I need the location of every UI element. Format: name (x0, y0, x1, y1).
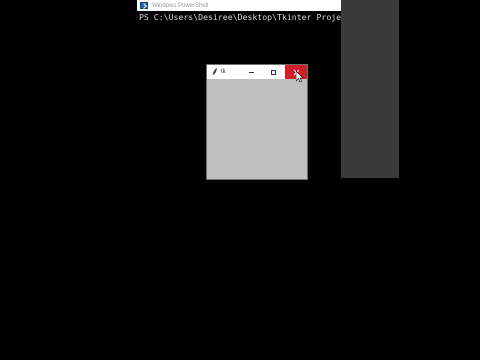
background-window[interactable] (341, 0, 399, 178)
maximize-button[interactable] (262, 65, 284, 79)
tk-window-body[interactable] (207, 79, 307, 179)
mouse-cursor-icon (296, 71, 304, 83)
minimize-icon (248, 71, 254, 73)
powershell-title: Windows PowerShell (152, 2, 209, 9)
powershell-icon (140, 2, 148, 9)
maximize-icon (270, 69, 276, 75)
tk-titlebar[interactable]: tk (207, 65, 307, 79)
tk-window-title: tk (221, 69, 226, 75)
powershell-prompt[interactable]: PS C:\Users\Desiree\Desktop\Tkinter Proj… (139, 12, 341, 22)
powershell-titlebar[interactable]: Windows PowerShell (137, 0, 343, 11)
powershell-window[interactable]: Windows PowerShell PS C:\Users\Desiree\D… (137, 0, 343, 360)
feather-icon (212, 68, 217, 76)
desktop: Windows PowerShell PS C:\Users\Desiree\D… (0, 0, 480, 360)
minimize-button[interactable] (240, 65, 262, 79)
tk-window[interactable]: tk (207, 65, 307, 179)
